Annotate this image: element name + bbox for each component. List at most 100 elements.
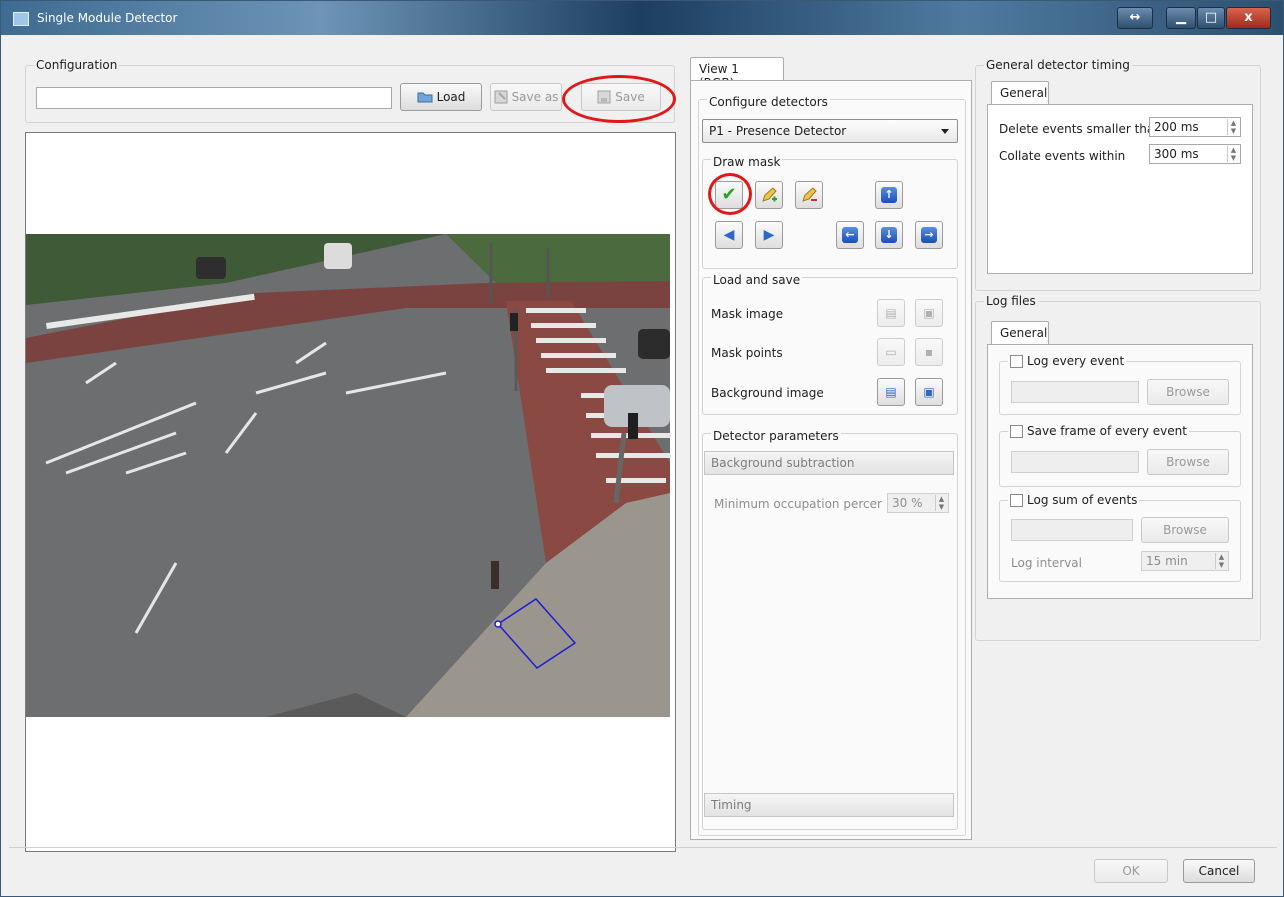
arrow-down-icon: ↓ [881, 227, 897, 243]
collate-events-spinner[interactable]: 300 ms ▲ ▼ [1149, 144, 1241, 164]
export-icon: ▣ [923, 306, 935, 320]
pencil-add-icon [762, 187, 777, 202]
background-image-save-button[interactable]: ▣ [915, 378, 943, 406]
arrow-up-icon: ↑ [881, 187, 897, 203]
log-every-event-checkbox[interactable]: Log every event [1008, 354, 1127, 368]
min-occupation-spinner[interactable]: 30 % ▲ ▼ [887, 493, 949, 513]
log-interval-spinner[interactable]: 15 min ▲ ▼ [1141, 551, 1229, 571]
mask-image-load-button[interactable]: ▤ [877, 299, 905, 327]
camera-frame [26, 234, 671, 717]
pencil-remove-icon [802, 187, 817, 202]
car [196, 257, 226, 279]
tab-view-1[interactable]: View 1 (RGB) [690, 57, 784, 90]
load-and-save-title: Load and save [711, 273, 803, 287]
detector-timing-title: General detector timing [984, 58, 1132, 72]
detector-select[interactable]: P1 - Presence Detector [702, 119, 958, 143]
load-label: Load [436, 90, 466, 104]
min-occupation-label: Minimum occupation percentage [714, 497, 882, 511]
cancel-button[interactable]: Cancel [1183, 859, 1255, 883]
car [638, 329, 670, 359]
move-right-button[interactable]: → [915, 221, 943, 249]
export-icon: ▣ [923, 385, 935, 399]
title-bar[interactable]: Single Module Detector ↔ ▁ □ x [1, 1, 1283, 35]
add-point-button[interactable] [755, 181, 783, 209]
collate-events-label: Collate events within [999, 149, 1126, 163]
spinner-arrows-icon[interactable]: ▲ ▼ [1227, 146, 1239, 162]
cancel-label: Cancel [1198, 864, 1240, 878]
mask-points-label: Mask points [711, 346, 783, 360]
browse-save-frame-button[interactable]: Browse [1147, 449, 1229, 475]
spinner-arrows-icon[interactable]: ▲ ▼ [1215, 553, 1227, 569]
detector-selected: P1 - Presence Detector [709, 124, 847, 138]
checkbox-icon[interactable] [1010, 494, 1023, 507]
log-sum-path[interactable] [1011, 519, 1133, 541]
save-as-icon [494, 90, 508, 104]
save-as-label: Save as [511, 90, 559, 104]
close-button[interactable]: x [1226, 7, 1271, 29]
annotation-circle-accept [708, 173, 752, 215]
annotation-circle-save [562, 75, 676, 123]
background-image-load-button[interactable]: ▤ [877, 378, 905, 406]
resize-icon[interactable]: ↔ [1117, 7, 1153, 29]
app-icon [13, 12, 29, 26]
next-point-button[interactable]: ▶ [755, 221, 783, 249]
browse-log-every-button[interactable]: Browse [1147, 379, 1229, 405]
browse-label: Browse [1166, 455, 1210, 469]
mask-image-save-button[interactable]: ▣ [915, 299, 943, 327]
window-title: Single Module Detector [37, 11, 178, 25]
floppy-icon: ▪ [924, 345, 934, 359]
maximize-button[interactable]: □ [1197, 7, 1225, 29]
browse-log-sum-button[interactable]: Browse [1141, 517, 1229, 543]
configure-detectors-title: Configure detectors [707, 95, 830, 109]
config-path-input[interactable] [36, 87, 392, 109]
spinner-arrows-icon[interactable]: ▲ ▼ [1227, 119, 1239, 135]
browse-label: Browse [1166, 385, 1210, 399]
mask-image-label: Mask image [711, 307, 784, 321]
mask-point [494, 620, 502, 628]
minimize-button[interactable]: ▁ [1166, 7, 1196, 29]
previous-point-button[interactable]: ◀ [715, 221, 743, 249]
move-down-button[interactable]: ↓ [875, 221, 903, 249]
browse-label: Browse [1163, 523, 1207, 537]
import-icon: ▤ [885, 385, 897, 399]
chevron-down-icon [941, 129, 949, 134]
folder-icon [417, 92, 433, 103]
log-sum-label: Log sum of events [1027, 493, 1138, 507]
footer-divider [9, 847, 1277, 848]
log-files-title: Log files [984, 294, 1038, 308]
delete-events-spinner[interactable]: 200 ms ▲ ▼ [1149, 117, 1241, 137]
triangle-left-icon: ◀ [723, 227, 735, 243]
checkbox-icon[interactable] [1010, 425, 1023, 438]
draw-mask-title: Draw mask [711, 155, 783, 169]
app-window: Single Module Detector ↔ ▁ □ x Configura… [0, 0, 1284, 897]
load-button[interactable]: Load [400, 83, 482, 111]
mask-points-load-button[interactable]: ▭ [877, 338, 905, 366]
remove-point-button[interactable] [795, 181, 823, 209]
mask-points-save-button[interactable]: ▪ [915, 338, 943, 366]
arrow-right-icon: → [921, 227, 937, 243]
move-up-button[interactable]: ↑ [875, 181, 903, 209]
save-frame-path[interactable] [1011, 451, 1139, 473]
background-subtraction-section[interactable]: Background subtraction [704, 451, 954, 475]
log-every-event-path[interactable] [1011, 381, 1139, 403]
timing-section[interactable]: Timing [704, 793, 954, 817]
checkbox-icon[interactable] [1010, 355, 1023, 368]
save-frame-label: Save frame of every event [1027, 424, 1187, 438]
log-sum-checkbox[interactable]: Log sum of events [1008, 493, 1140, 507]
save-as-button[interactable]: Save as [490, 83, 562, 111]
tab-log-general[interactable]: General [991, 321, 1049, 345]
configuration-title: Configuration [34, 58, 120, 72]
ok-button[interactable]: OK [1094, 859, 1168, 883]
collate-events-value: 300 ms [1154, 147, 1199, 161]
camera-viewport[interactable] [25, 132, 676, 852]
spinner-arrows-icon[interactable]: ▲ ▼ [935, 495, 947, 511]
import-icon: ▤ [885, 306, 897, 320]
tab-timing-general[interactable]: General [991, 81, 1049, 105]
move-left-button[interactable]: ← [836, 221, 864, 249]
folder-icon: ▭ [885, 345, 897, 359]
save-frame-checkbox[interactable]: Save frame of every event [1008, 424, 1189, 438]
arrow-left-icon: ← [842, 227, 858, 243]
triangle-right-icon: ▶ [763, 227, 775, 243]
van [324, 243, 352, 269]
log-every-event-label: Log every event [1027, 354, 1125, 368]
